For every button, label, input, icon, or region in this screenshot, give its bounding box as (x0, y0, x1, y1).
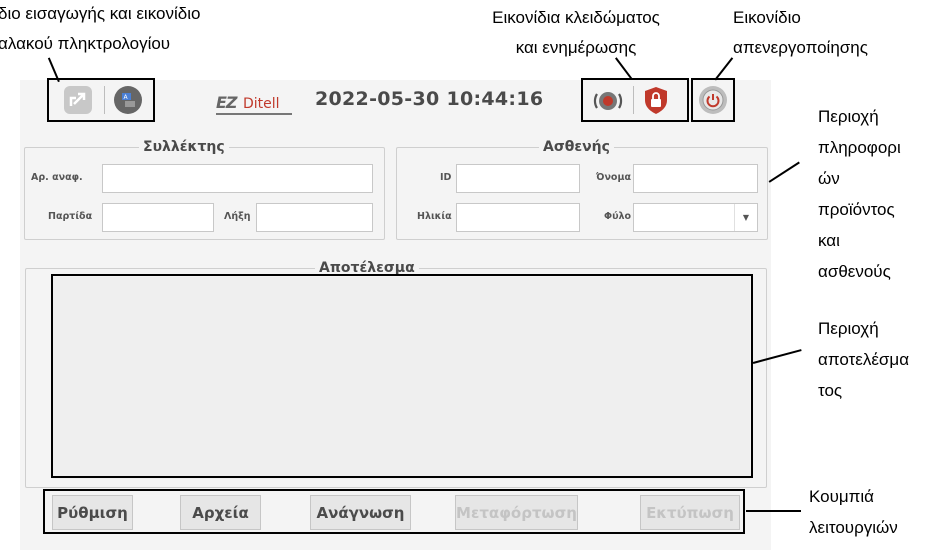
annotation-power-line2: απενεργοποίησης (733, 38, 868, 57)
annotation-input-icons: διο εισαγωγής και εικονίδιο αλακού πληκτ… (0, 0, 200, 59)
patient-age-label: Ηλικία (417, 211, 452, 222)
ref-number-label: Αρ. αναφ. (31, 172, 83, 183)
expiry-label: Λήξη (224, 211, 251, 222)
patient-id-input[interactable] (456, 164, 580, 193)
annotation-info-line: πληροφορι (818, 138, 901, 157)
highlight-input-icons (47, 78, 155, 122)
annotation-lock-icons: Εικονίδια κλειδώματος και ενημέρωσης (476, 3, 676, 63)
highlight-function-buttons (43, 489, 745, 534)
annotation-input-icons-line2: αλακού πληκτρολογίου (0, 34, 171, 53)
annotation-result-area: Περιοχή αποτελέσμα τος (818, 313, 909, 406)
highlight-result-area (51, 274, 753, 478)
ezditell-logo: EZ Ditell (216, 93, 294, 115)
patient-gender-label: Φύλο (604, 211, 632, 222)
pointer-line (746, 510, 801, 512)
annotation-info-line: και (818, 231, 840, 250)
logo-suffix: Ditell (243, 96, 280, 112)
annotation-lock-icons-line2: και ενημέρωσης (515, 38, 637, 57)
logo-underline (216, 113, 292, 115)
batch-label: Παρτίδα (48, 211, 93, 222)
annotation-info-area: Περιοχή πληροφορι ών προϊόντος και ασθεν… (818, 101, 901, 287)
patient-title: Ασθενής (539, 137, 614, 157)
annotation-result-line: αποτελέσμα (818, 350, 910, 369)
patient-id-label: ID (440, 172, 452, 183)
patient-gender-select[interactable]: ▼ (633, 203, 758, 232)
patient-name-label: Όνομα (596, 172, 631, 183)
annotation-lock-icons-line1: Εικονίδια κλειδώματος (492, 8, 660, 27)
annotation-info-line: ασθενούς (818, 262, 891, 281)
annotation-info-line: ών (818, 169, 840, 188)
patient-age-input[interactable] (456, 203, 580, 232)
annotation-buttons-line2: λειτουργιών (809, 518, 898, 537)
pointer-line (768, 161, 800, 183)
batch-input[interactable] (102, 203, 214, 232)
annotation-function-buttons: Κουμπιά λειτουργιών (809, 481, 898, 543)
pointer-line (714, 57, 733, 81)
chevron-down-icon: ▼ (734, 204, 757, 231)
expiry-input[interactable] (256, 203, 373, 232)
collector-title: Συλλέκτης (139, 137, 229, 157)
annotation-info-line: προϊόντος (818, 200, 895, 219)
annotation-result-line: τος (818, 381, 843, 400)
annotation-result-line: Περιοχή (818, 319, 879, 338)
collector-group: Συλλέκτης Αρ. αναφ. Παρτίδα Λήξη (24, 137, 385, 240)
patient-group: Ασθενής ID Όνομα Ηλικία Φύλο ▼ (396, 137, 768, 240)
patient-name-input[interactable] (633, 164, 758, 193)
annotation-info-line: Περιοχή (818, 107, 879, 126)
highlight-lock-icons (581, 78, 689, 122)
annotation-buttons-line1: Κουμπιά (809, 487, 875, 506)
highlight-power-icon (691, 78, 735, 122)
annotation-input-icons-line1: διο εισαγωγής και εικονίδιο (0, 4, 201, 23)
datetime-display: 2022-05-30 10:44:16 (315, 88, 544, 110)
ref-number-input[interactable] (102, 164, 373, 193)
logo-prefix: EZ (216, 93, 238, 112)
annotation-power-line1: Εικονίδιο (733, 8, 801, 27)
annotation-power-icon: Εικονίδιο απενεργοποίησης (733, 3, 868, 63)
